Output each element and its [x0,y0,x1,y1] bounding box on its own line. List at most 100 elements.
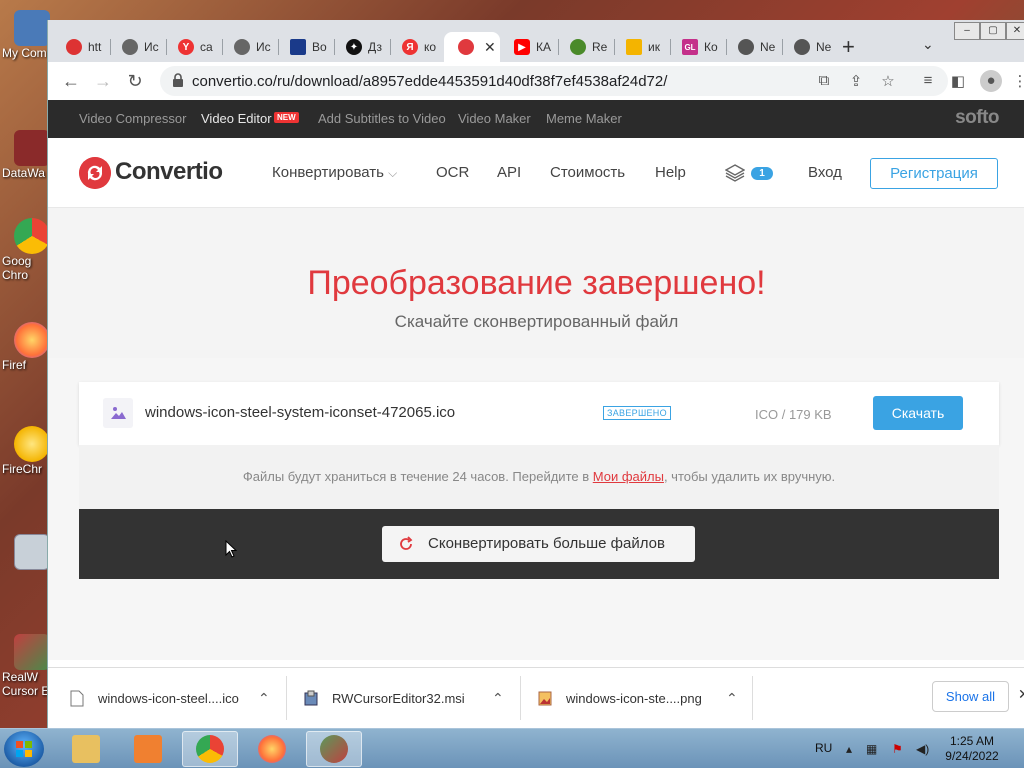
lock-icon [173,73,183,87]
zen-icon: ✦ [346,39,362,55]
convertio-icon [458,39,474,55]
network-icon[interactable]: ▦ [866,742,877,756]
action-center-icon[interactable]: ⚑ [892,742,903,756]
page-title: Преобразование завершено! [307,264,766,302]
signup-button[interactable]: Регистрация [870,158,998,189]
link-add-subtitles[interactable]: Add Subtitles to Video [318,111,446,126]
nav-pricing[interactable]: Стоимость [550,164,625,181]
download-separator [286,676,287,720]
show-hidden-icons-icon[interactable]: ▴ [846,742,852,756]
tab[interactable]: Ne [724,32,780,62]
tab[interactable]: Ис [220,32,276,62]
tab[interactable]: htt [52,32,108,62]
tab-search-chevron-icon[interactable]: ⌄ [922,36,934,53]
nav-convert[interactable]: Конвертировать ⌵ [272,164,397,181]
tab-label: Ne [816,40,832,54]
file-icon [70,690,84,706]
installer-icon [304,690,318,705]
tab[interactable]: ▶ КА [500,32,556,62]
yandex-icon: Я [402,39,418,55]
desktop-icon-my-computer[interactable]: My Com [0,10,50,60]
close-shelf-icon[interactable]: ✕ [1018,686,1024,703]
tab-label: Ис [256,40,271,54]
reload-button[interactable]: ↻ [122,68,148,94]
tab[interactable]: ✦ Дз [332,32,388,62]
logo-text[interactable]: Convertio [115,158,223,186]
chevron-up-icon[interactable]: ⌃ [726,690,738,707]
tab[interactable]: GL Ко [668,32,724,62]
link-meme-maker[interactable]: Meme Maker [546,111,622,126]
forward-button[interactable]: → [90,68,116,94]
download-button[interactable]: Скачать [873,396,963,430]
nav-ocr[interactable]: OCR [436,164,469,181]
media-player-icon [134,735,162,763]
tab-label: ик [648,40,660,54]
tab[interactable]: Яко [388,32,444,62]
tab-favicon-icon [570,39,586,55]
desktop-icon-label: FireChr [2,462,43,476]
convertio-logo-icon[interactable] [79,157,111,189]
taskbar-cursor-editor[interactable] [306,731,362,767]
media-controls-icon[interactable]: ≡ [918,72,938,90]
tab[interactable]: Во [276,32,332,62]
maximize-button[interactable]: ▢ [980,22,1006,40]
my-files-link[interactable]: Мои файлы [593,469,664,484]
download-item[interactable]: RWCursorEditor32.msi ⌃ [304,676,516,720]
link-video-compressor[interactable]: Video Compressor [79,111,186,126]
download-item[interactable]: windows-icon-steel....ico ⌃ [70,676,282,720]
desktop-icon-firechrome[interactable]: FireChr [0,426,50,476]
layers-icon[interactable] [725,164,745,182]
share-icon[interactable]: ⇪ [846,72,866,90]
new-tab-button[interactable]: + [842,34,855,60]
nav-help[interactable]: Help [655,164,686,181]
tab[interactable]: Re [556,32,612,62]
tab[interactable]: Ne [780,32,836,62]
taskbar-media-player[interactable] [120,731,176,767]
tab-favicon-icon [66,39,82,55]
convert-more-button[interactable]: Сконвертировать больше файлов [382,526,695,562]
refresh-icon [400,536,413,550]
chevron-up-icon[interactable]: ⌃ [258,690,270,707]
desktop-icon-firefox[interactable]: Firef [0,322,50,372]
desktop-icon-settings[interactable] [0,534,50,570]
download-item[interactable]: windows-icon-ste....png ⌃ [538,676,750,720]
back-button[interactable]: ← [58,68,84,94]
minimize-button[interactable]: – [954,22,980,40]
tab[interactable]: ик [612,32,668,62]
globe-icon [234,39,250,55]
taskbar-explorer[interactable] [58,731,114,767]
close-window-button[interactable]: ✕ [1006,22,1024,40]
side-panel-icon[interactable]: ◧ [948,72,968,90]
profile-avatar-icon[interactable]: ● [980,70,1002,92]
nav-login[interactable]: Вход [808,164,842,181]
start-button[interactable] [4,731,44,767]
link-video-maker[interactable]: Video Maker [458,111,531,126]
system-clock[interactable]: 1:25 AM 9/24/2022 [940,734,1004,764]
taskbar-firefox[interactable] [244,731,300,767]
download-file-name: RWCursorEditor32.msi [332,690,465,706]
tab[interactable]: Ис [108,32,164,62]
nav-api[interactable]: API [497,164,521,181]
softo-logo[interactable]: softo [955,107,999,129]
softo-product-bar: Video Compressor Video Editor NEW Add Su… [48,100,1024,138]
translate-icon[interactable]: ⧉ [814,72,834,90]
image-file-icon [103,398,133,428]
volume-icon[interactable]: ◀) [916,742,929,756]
desktop-icon-realworld-cursor-editor[interactable]: RealW Cursor E [0,634,50,698]
chevron-up-icon[interactable]: ⌃ [492,690,504,707]
tab-convertio-active[interactable]: ✕ [444,32,500,62]
storage-note: Файлы будут храниться в течение 24 часов… [79,469,999,484]
desktop-icon-google-chrome[interactable]: Goog Chro [0,218,50,282]
language-indicator[interactable]: RU [815,741,832,755]
link-video-editor[interactable]: Video Editor [201,111,272,126]
tab-favicon-icon [626,39,642,55]
close-tab-icon[interactable]: ✕ [484,39,496,56]
desktop-icon-datawa[interactable]: DataWa [0,130,50,180]
show-all-downloads-button[interactable]: Show all [932,681,1009,712]
bookmark-star-icon[interactable]: ☆ [878,72,898,90]
taskbar-chrome[interactable] [182,731,238,767]
cursor-editor-icon [14,634,50,670]
menu-kebab-icon[interactable]: ⋮ [1010,72,1024,90]
address-bar[interactable]: convertio.co/ru/download/a8957edde445359… [160,66,948,96]
tab[interactable]: Yса [164,32,220,62]
